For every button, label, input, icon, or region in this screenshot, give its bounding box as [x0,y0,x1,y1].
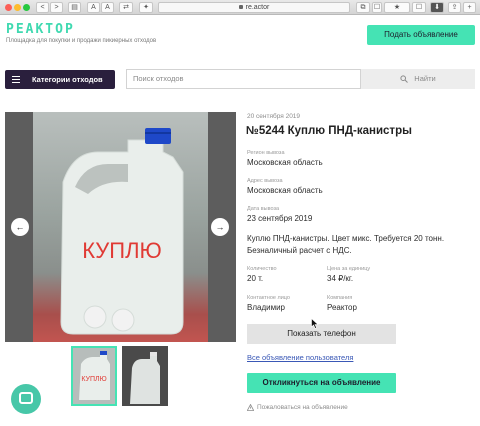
back-icon[interactable]: < [36,2,49,13]
close-window-button[interactable] [5,4,12,11]
search-input[interactable]: Поиск отходов [126,69,361,89]
shuffle-icon[interactable]: ⇄ [119,2,133,13]
all-user-listings-link[interactable]: Все объявление пользователя [247,353,353,362]
post-ad-button[interactable]: Подать объявление [367,25,475,45]
site-logo[interactable]: РЕАКТОР [6,22,75,37]
extension-icon[interactable]: ✦ [139,2,153,13]
lock-icon [238,5,243,10]
listing-title: №5244 Куплю ПНД-канистры [246,125,412,137]
listing-description: Куплю ПНД-канистры. Цвет микс. Требуется… [247,234,445,255]
complain-link[interactable]: Пожаловаться на объявление [246,403,348,412]
forward-icon[interactable]: > [50,2,63,13]
categories-button-label: Категории отходов [32,75,103,84]
warning-icon [246,403,255,411]
respond-button[interactable]: Откликнуться на объявление [247,373,396,393]
text-larger-icon[interactable]: A [101,2,114,13]
listing-date: 20 сентября 2019 [247,113,301,120]
pickup-date-value: 23 сентября 2019 [247,214,313,223]
thumbnail-1[interactable]: КУПЛЮ [71,346,117,406]
search-icon [400,75,409,83]
complain-link-label: Пожаловаться на объявление [257,404,348,412]
photo-gallery: КУПЛЮ ← → [5,112,236,342]
company-value: Реактор [327,303,357,312]
region-label: Регион вывоза [247,150,285,156]
thumbnail-caption: КУПЛЮ [81,376,106,383]
site-tagline: Площадка для покупки и продажи пикиерных… [6,38,157,44]
address-bar[interactable]: re.actor [158,2,350,13]
next-photo-button[interactable]: → [211,218,229,236]
region-value: Московская область [247,158,323,167]
text-smaller-icon[interactable]: A [87,2,100,13]
minimize-window-button[interactable] [14,4,21,11]
download-icon[interactable]: ⬇ [430,2,444,13]
sidebar-icon[interactable]: ▤ [68,2,81,13]
menu-icon [12,76,20,83]
company-label: Компания [327,295,353,301]
address-label: Адрес вывоза [247,178,283,184]
reader-icon[interactable]: ⧉ [356,2,370,13]
tab-icon[interactable]: ☐ [372,2,382,13]
new-tab-icon[interactable]: + [463,2,476,13]
canister-image: КУПЛЮ [60,128,184,335]
find-button-label: Найти [414,74,436,83]
url-text: re.actor [245,4,270,11]
categories-button[interactable]: Категории отходов [5,70,115,89]
quantity-value: 20 т. [247,274,264,283]
pickup-date-label: Дата вывоза [247,206,280,212]
chat-icon [19,392,33,404]
listing-photo: КУПЛЮ [33,112,208,342]
chat-widget-button[interactable] [11,384,41,414]
bookmark-icon[interactable]: ★ [384,2,410,13]
photo-caption: КУПЛЮ [82,238,162,263]
address-value: Московская область [247,186,323,195]
contact-value: Владимир [247,303,286,312]
price-value: 34 ₽/кг. [327,274,354,283]
share-icon[interactable]: ⇪ [448,2,461,13]
thumbnail-2-image [122,346,168,406]
stop-icon[interactable]: ☐ [412,2,426,13]
mouse-cursor-icon [311,318,319,329]
maximize-window-button[interactable] [23,4,30,11]
quantity-label: Количество [247,266,277,272]
thumbnail-2[interactable] [122,346,168,406]
browser-toolbar: < > ▤ A A ⇄ ✦ re.actor ⧉ ☐ ★ ☐ ⬇ ⇪ + [0,0,480,15]
contact-label: Контактное лицо [247,295,290,301]
thumbnail-image: КУПЛЮ [73,348,115,404]
prev-photo-button[interactable]: ← [11,218,29,236]
find-button[interactable]: Найти [361,69,475,89]
show-phone-button[interactable]: Показать телефон [247,324,396,344]
price-label: Цена за единицу [327,266,371,272]
